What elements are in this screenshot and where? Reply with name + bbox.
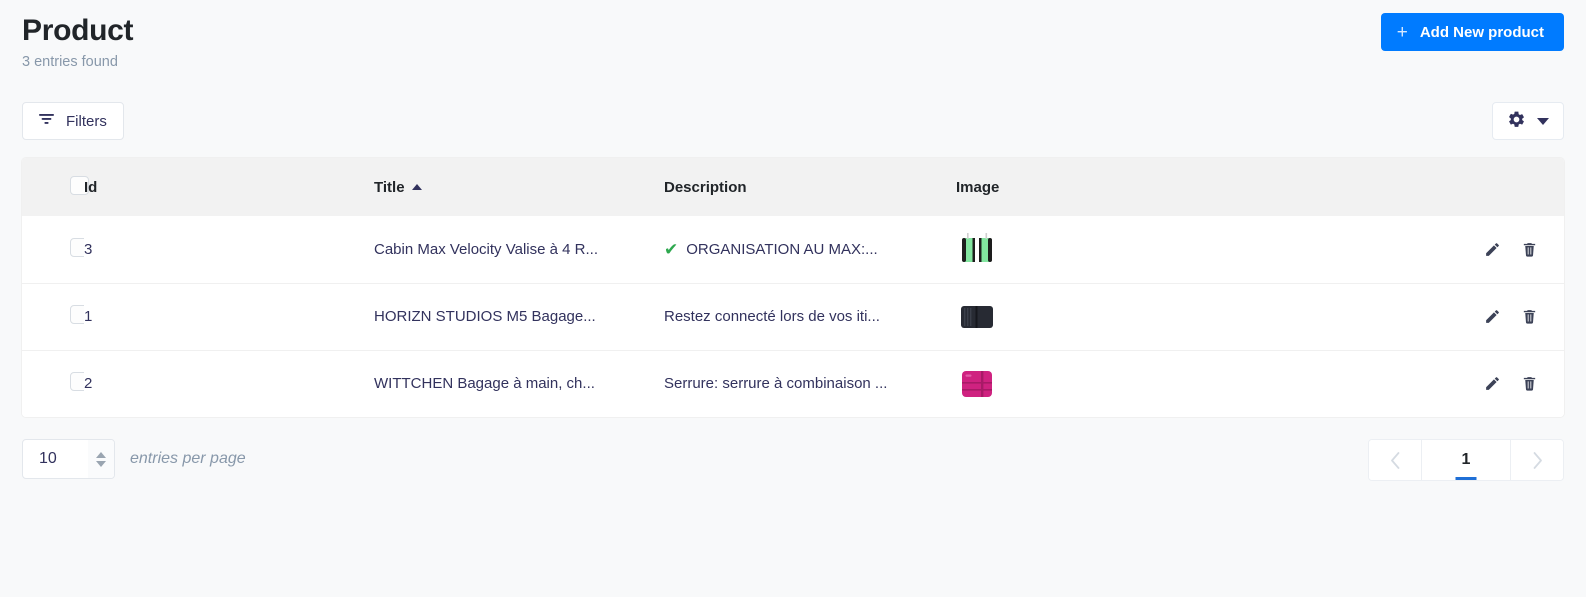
row-checkbox[interactable] xyxy=(70,237,84,257)
cell-title: HORIZN STUDIOS M5 Bagage... xyxy=(374,308,596,325)
cell-actions xyxy=(1386,350,1564,417)
delete-row-button[interactable] xyxy=(1521,308,1538,325)
cell-description: Restez connecté lors de vos iti... xyxy=(664,283,956,350)
table-header-row: Id Title Description Image xyxy=(22,158,1564,216)
cell-actions xyxy=(1386,283,1564,350)
row-checkbox[interactable] xyxy=(70,305,84,324)
add-new-product-button[interactable]: + Add New product xyxy=(1380,13,1564,51)
table-settings-button[interactable] xyxy=(1492,102,1564,140)
sort-ascending-icon xyxy=(411,183,422,190)
filter-icon xyxy=(39,113,54,130)
cell-id: 2 xyxy=(84,375,93,393)
product-thumbnail xyxy=(956,228,998,271)
filters-button[interactable]: Filters xyxy=(22,102,124,140)
product-table-card: Id Title Description Image 3 Cabin Max V… xyxy=(22,158,1564,417)
green-check-icon: ✔ xyxy=(664,239,679,259)
table-head: Id Title Description Image xyxy=(22,158,1564,216)
cell-title: Cabin Max Velocity Valise à 4 R... xyxy=(374,240,598,258)
table-body: 3 Cabin Max Velocity Valise à 4 R... ✔ O… xyxy=(22,216,1564,417)
entries-per-page-stepper[interactable]: 10 xyxy=(22,439,115,479)
cell-actions xyxy=(1386,216,1564,283)
page-title: Product xyxy=(22,14,134,47)
cell-image xyxy=(956,216,1386,283)
column-header-image[interactable]: Image xyxy=(956,158,1386,216)
row-select-cell xyxy=(22,216,84,283)
entries-per-page-value[interactable]: 10 xyxy=(23,450,88,468)
column-header-description-label: Description xyxy=(664,178,747,196)
cell-title: WITTCHEN Bagage à main, ch... xyxy=(374,375,595,393)
delete-row-button[interactable] xyxy=(1521,375,1538,392)
table-row[interactable]: 3 Cabin Max Velocity Valise à 4 R... ✔ O… xyxy=(22,216,1564,283)
product-table: Id Title Description Image 3 Cabin Max V… xyxy=(22,158,1564,417)
cell-id: 1 xyxy=(84,308,93,325)
row-select-cell xyxy=(22,350,84,417)
edit-row-button[interactable] xyxy=(1484,241,1501,258)
cell-id: 3 xyxy=(84,240,93,258)
cell-description: Serrure: serrure à combinaison ... xyxy=(664,350,956,417)
cell-description-text: ORGANISATION AU MAX:... xyxy=(686,240,878,258)
product-thumbnail xyxy=(956,295,998,338)
entries-per-page-group: 10 entries per page xyxy=(22,439,246,479)
table-row[interactable]: 1 HORIZN STUDIOS M5 Bagage... Restez con… xyxy=(22,283,1564,350)
select-all-header xyxy=(22,158,89,216)
page-header: Product 3 entries found + Add New produc… xyxy=(0,0,1586,88)
previous-page-button[interactable] xyxy=(1369,440,1421,480)
pagination: 1 xyxy=(1368,439,1564,481)
column-header-id[interactable]: Id xyxy=(84,158,374,216)
column-header-id-label: Id xyxy=(84,178,98,196)
add-new-product-label: Add New product xyxy=(1419,23,1544,41)
cell-image xyxy=(956,350,1386,417)
page-number-1-label: 1 xyxy=(1461,451,1471,468)
column-header-title-label: Title xyxy=(374,178,405,196)
table-toolbar: Filters xyxy=(22,102,1564,144)
column-header-description[interactable]: Description xyxy=(664,158,956,216)
stepper-down-icon[interactable] xyxy=(96,460,106,467)
filters-label: Filters xyxy=(66,112,107,130)
column-header-actions xyxy=(1386,158,1564,216)
column-header-title[interactable]: Title xyxy=(374,158,664,216)
table-footer: 10 entries per page 1 xyxy=(22,439,1564,485)
next-page-button[interactable] xyxy=(1511,440,1563,480)
gear-icon xyxy=(1507,110,1526,132)
table-row[interactable]: 2 WITTCHEN Bagage à main, ch... Serrure:… xyxy=(22,350,1564,417)
entries-per-page-label: entries per page xyxy=(130,450,246,467)
plus-icon: + xyxy=(1396,21,1408,43)
edit-row-button[interactable] xyxy=(1484,308,1501,325)
chevron-down-icon xyxy=(1537,117,1549,125)
cell-description: ✔ ORGANISATION AU MAX:... xyxy=(664,216,956,283)
stepper-arrows[interactable] xyxy=(88,440,114,478)
product-thumbnail xyxy=(956,362,998,405)
cell-description-text: Serrure: serrure à combinaison ... xyxy=(664,375,888,393)
row-checkbox[interactable] xyxy=(70,372,84,392)
stepper-up-icon[interactable] xyxy=(96,451,106,458)
edit-row-button[interactable] xyxy=(1484,375,1501,392)
cell-description-text: Restez connecté lors de vos iti... xyxy=(664,308,880,325)
column-header-image-label: Image xyxy=(956,178,1000,196)
cell-image xyxy=(956,283,1386,350)
entries-found-count: 3 entries found xyxy=(22,53,118,70)
row-select-cell xyxy=(22,283,84,350)
page-number-1[interactable]: 1 xyxy=(1421,440,1511,480)
delete-row-button[interactable] xyxy=(1521,241,1538,258)
